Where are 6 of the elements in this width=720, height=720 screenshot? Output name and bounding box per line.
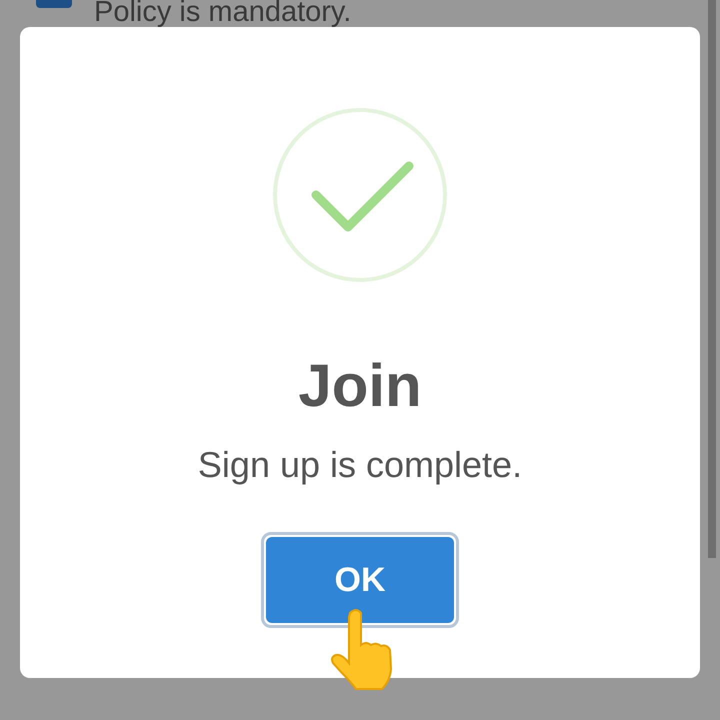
- dialog-title: Join: [298, 351, 422, 421]
- scrollbar[interactable]: [708, 0, 716, 558]
- ok-button[interactable]: OK: [266, 537, 454, 623]
- dialog-message: Sign up is complete.: [198, 443, 522, 487]
- agreement-text: Policy is mandatory.: [94, 0, 352, 27]
- check-icon: [272, 107, 448, 283]
